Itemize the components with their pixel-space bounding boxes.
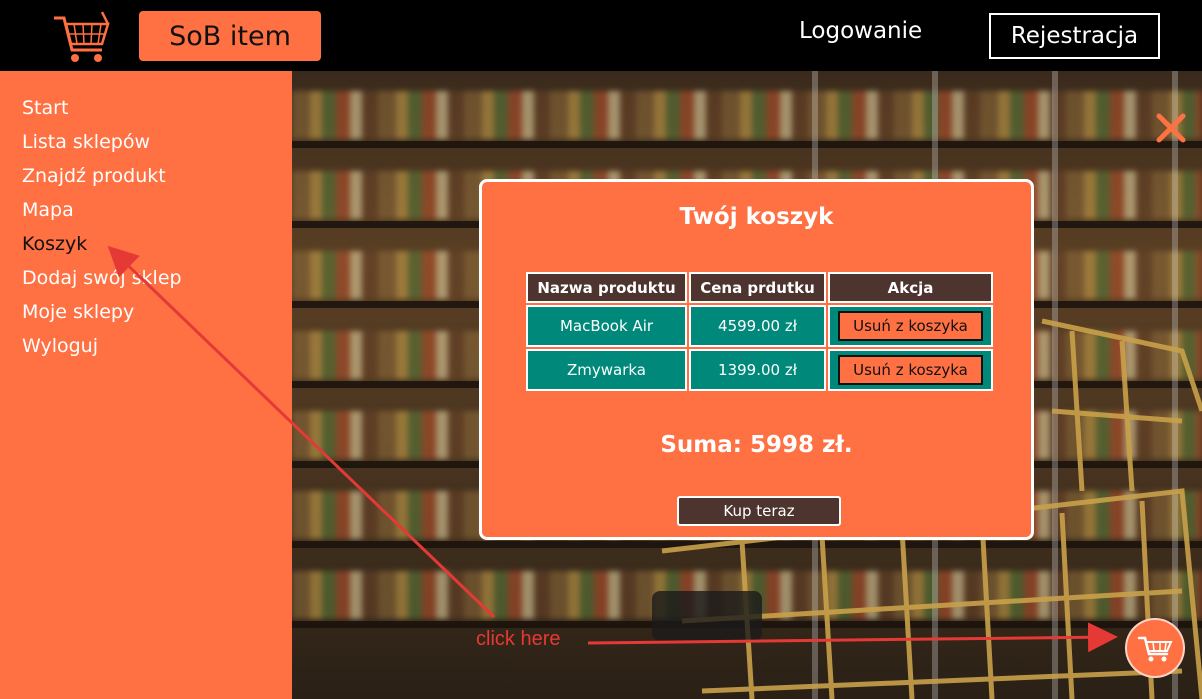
close-icon[interactable] [1154, 111, 1188, 145]
table-header-row: Nazwa produktu Cena prdutku Akcja [526, 272, 993, 303]
cart-icon [1137, 636, 1173, 662]
product-name-cell: MacBook Air [526, 305, 687, 347]
product-price-cell: 1399.00 zł [689, 349, 826, 391]
register-button[interactable]: Rejestracja [989, 13, 1160, 59]
sidebar-item-start[interactable]: Start [22, 95, 182, 129]
sidebar-item-add-shop[interactable]: Dodaj swój sklep [22, 265, 182, 299]
top-navbar: SoB item Logowanie Rejestracja [0, 0, 1202, 71]
remove-from-cart-button[interactable]: Usuń z koszyka [838, 311, 983, 341]
column-header-name: Nazwa produktu [526, 272, 687, 303]
sidebar: Start Lista sklepów Znajdź produkt Mapa … [0, 71, 292, 699]
sidebar-item-my-shops[interactable]: Moje sklepy [22, 299, 182, 333]
product-name-cell: Zmywarka [526, 349, 687, 391]
cart-table: Nazwa produktu Cena prdutku Akcja MacBoo… [524, 270, 995, 393]
cart-modal: Twój koszyk Nazwa produktu Cena prdutku … [479, 179, 1034, 540]
sidebar-menu: Start Lista sklepów Znajdź produkt Mapa … [22, 95, 182, 367]
sidebar-item-map[interactable]: Mapa [22, 197, 182, 231]
floating-cart-button[interactable] [1125, 618, 1185, 678]
product-price-cell: 4599.00 zł [689, 305, 826, 347]
brand-button[interactable]: SoB item [139, 11, 321, 61]
sidebar-item-cart[interactable]: Koszyk [22, 231, 182, 265]
sidebar-item-logout[interactable]: Wyloguj [22, 333, 182, 367]
sidebar-item-shop-list[interactable]: Lista sklepów [22, 129, 182, 163]
remove-from-cart-button[interactable]: Usuń z koszyka [838, 355, 983, 385]
column-header-price: Cena prdutku [689, 272, 826, 303]
shopping-cart-icon[interactable] [50, 6, 114, 66]
cart-total: Suma: 5998 zł. [660, 432, 853, 458]
login-link[interactable]: Logowanie [799, 18, 922, 44]
modal-title: Twój koszyk [679, 204, 834, 230]
sidebar-item-find-product[interactable]: Znajdź produkt [22, 163, 182, 197]
buy-now-button[interactable]: Kup teraz [677, 496, 841, 526]
table-row: MacBook Air 4599.00 zł Usuń z koszyka [526, 305, 993, 347]
table-row: Zmywarka 1399.00 zł Usuń z koszyka [526, 349, 993, 391]
action-cell: Usuń z koszyka [828, 349, 993, 391]
column-header-action: Akcja [828, 272, 993, 303]
action-cell: Usuń z koszyka [828, 305, 993, 347]
annotation-text: click here [476, 628, 561, 650]
